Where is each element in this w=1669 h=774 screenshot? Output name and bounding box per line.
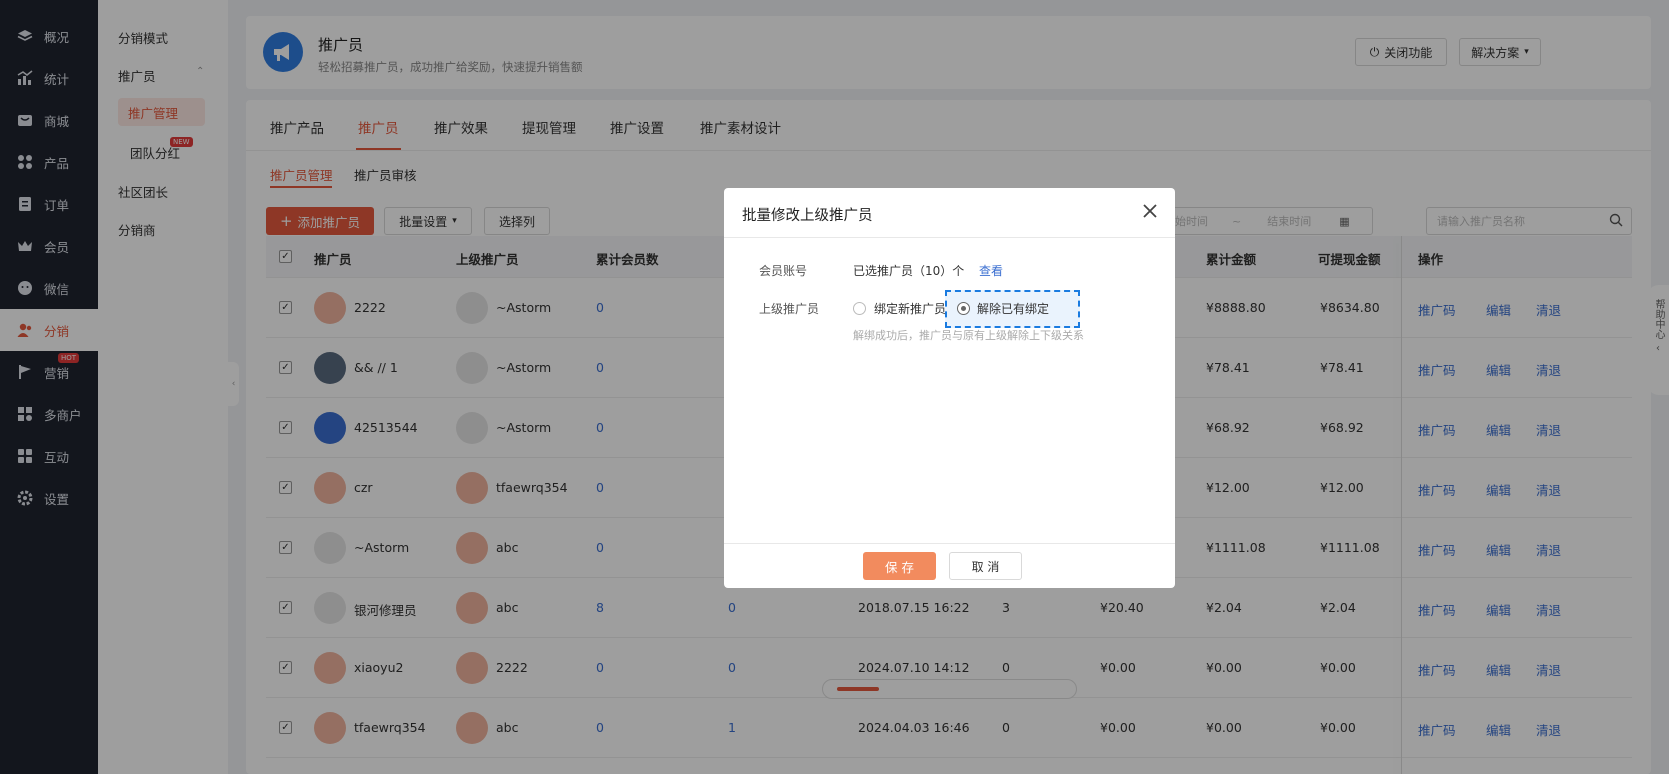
close-icon[interactable]: [1139, 200, 1161, 222]
option-bind-new[interactable]: 绑定新推广员: [874, 300, 946, 317]
option-unbind[interactable]: 解除已有绑定: [977, 300, 1049, 317]
modal-footer-divider: [724, 543, 1175, 544]
cancel-button[interactable]: 取 消: [949, 552, 1022, 580]
account-label: 会员账号: [759, 264, 808, 278]
modal-title: 批量修改上级推广员: [742, 208, 873, 224]
parent-label: 上级推广员: [759, 302, 820, 316]
radio-bind-new[interactable]: [853, 302, 866, 315]
account-value: 已选推广员（10）个: [853, 264, 965, 278]
help-text: 解绑成功后，推广员与原有上级解除上下级关系: [853, 329, 1084, 342]
view-selected-link[interactable]: 查看: [979, 262, 1003, 279]
modal-divider: [724, 237, 1175, 238]
batch-parent-modal: 批量修改上级推广员 会员账号 已选推广员（10）个 查看 上级推广员 绑定新推广…: [724, 188, 1175, 588]
radio-unbind[interactable]: [957, 302, 970, 315]
save-button[interactable]: 保 存: [863, 552, 936, 580]
